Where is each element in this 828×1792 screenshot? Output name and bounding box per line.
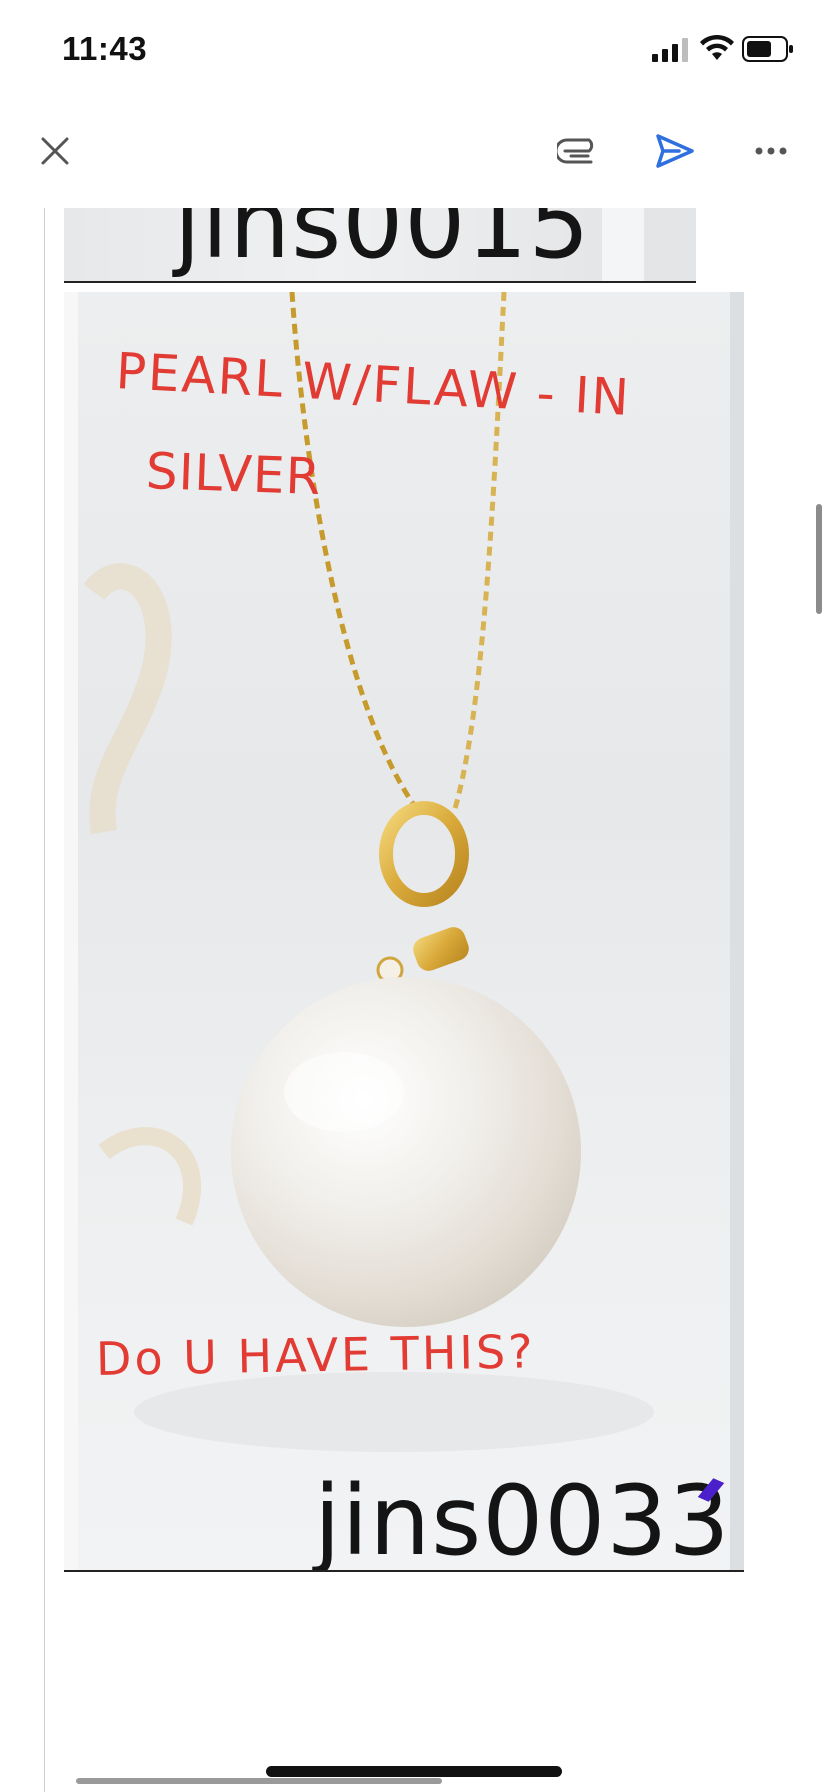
more-icon [755, 147, 787, 155]
send-icon [656, 134, 694, 168]
previous-product-image[interactable]: jins0015 [64, 208, 696, 282]
horizontal-scrollbar[interactable] [76, 1778, 442, 1784]
battery-icon [742, 36, 793, 62]
image-divider [64, 281, 696, 283]
image-divider [64, 1570, 744, 1572]
document-margin-line [44, 208, 45, 1792]
attach-button[interactable] [556, 128, 602, 174]
status-time: 11:43 [62, 30, 148, 67]
home-indicator[interactable] [266, 1766, 562, 1777]
send-button[interactable] [652, 128, 698, 174]
product-image[interactable]: PEARL W/FLAW - IN SILVER Do U HAVE THIS?… [64, 292, 744, 1570]
close-button[interactable] [32, 128, 78, 174]
paperclip-icon [557, 138, 594, 164]
status-bar: 11:43 [0, 0, 828, 100]
more-options-button[interactable] [748, 128, 794, 174]
previous-product-code: jins0015 [174, 208, 591, 280]
cellular-signal-icon [652, 38, 688, 62]
vertical-scrollbar[interactable] [816, 504, 822, 614]
wifi-icon [700, 34, 734, 60]
compose-toolbar [0, 110, 828, 190]
handwritten-note-line-2: SILVER [144, 442, 323, 507]
close-icon [41, 137, 69, 165]
handwritten-note-line-3: Do U HAVE THIS? [95, 1324, 537, 1386]
product-code: jins0033 [314, 1465, 731, 1570]
